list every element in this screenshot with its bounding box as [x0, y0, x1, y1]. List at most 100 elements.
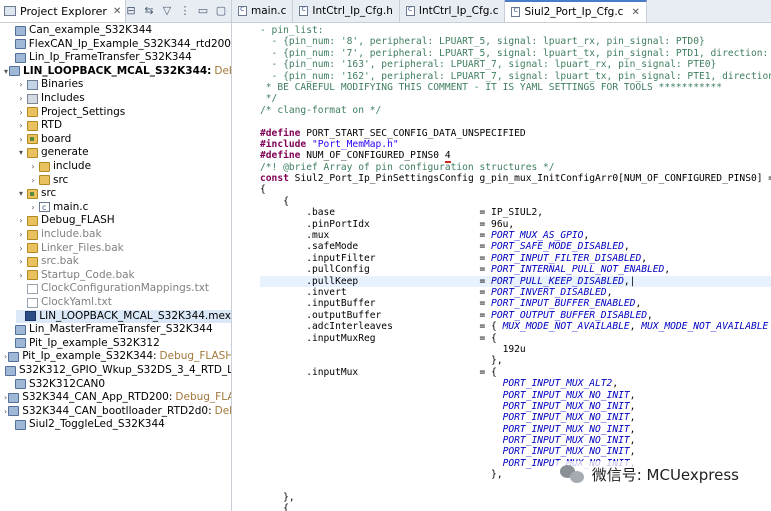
tree-item[interactable]: Pit_Ip_example_S32K312 — [4, 337, 231, 350]
tree-item[interactable]: Lin_MasterFrameTransfer_S32K344 — [4, 323, 231, 336]
expand-arrow-icon[interactable]: ▾ — [4, 65, 8, 78]
code-line[interactable]: }, — [260, 492, 771, 503]
collapse-arrow-icon[interactable]: › — [28, 174, 38, 187]
tree-item[interactable]: › include.bak — [16, 228, 231, 241]
code-editor[interactable]: - pin_list: - {pin_num: '8', peripheral:… — [232, 23, 771, 511]
code-line[interactable]: { — [260, 184, 771, 195]
collapse-arrow-icon[interactable]: › — [16, 269, 26, 282]
expand-arrow-icon[interactable]: ▾ — [16, 146, 26, 159]
tree-item[interactable]: ClockConfigurationMappings.txt — [16, 282, 231, 295]
tree-item[interactable]: Can_example_S32K344 — [4, 24, 231, 37]
tree-item[interactable]: › Includes — [16, 92, 231, 105]
code-line[interactable]: PORT_INPUT_MUX_NO_INIT, — [260, 412, 771, 423]
collapse-arrow-icon[interactable]: › — [16, 106, 26, 119]
tree-item[interactable]: › Linker_Files.bak — [16, 242, 231, 255]
tree-item[interactable]: Siul2_ToggleLed_S32K344 — [4, 418, 231, 431]
tree-item[interactable]: FlexCAN_Ip_Example_S32K344_rtd200 — [4, 38, 231, 51]
tree-item[interactable]: › Startup_Code.bak — [16, 269, 231, 282]
editor-tab[interactable]: IntCtrl_Ip_Cfg.c — [400, 0, 506, 22]
tree-item[interactable]: ClockYaml.txt — [16, 296, 231, 309]
code-line[interactable]: .outputBuffer = PORT_OUTPUT_BUFFER_DISAB… — [260, 310, 771, 321]
code-content[interactable]: - pin_list: - {pin_num: '8', peripheral:… — [260, 25, 771, 511]
collapse-arrow-icon[interactable]: › — [4, 405, 7, 418]
code-line[interactable]: PORT_INPUT_MUX_NO_INIT, — [260, 424, 771, 435]
code-line[interactable]: 192u — [260, 344, 771, 355]
tree-item[interactable]: › board — [16, 133, 231, 146]
collapse-arrow-icon[interactable]: › — [16, 119, 26, 132]
code-line[interactable]: .pinPortIdx = 96u, — [260, 219, 771, 230]
collapse-arrow-icon[interactable]: › — [16, 78, 26, 91]
code-line[interactable]: PORT_INPUT_MUX_NO_INIT, — [260, 435, 771, 446]
filter-icon[interactable]: ▽ — [161, 4, 173, 17]
tree-item[interactable]: ▾ generate — [16, 146, 231, 159]
tree-item[interactable]: › RTD — [16, 119, 231, 132]
tree-item[interactable]: › src — [28, 174, 231, 187]
tree-item[interactable]: › S32K344_CAN_App_RTD200:Debug_FLASH — [4, 391, 231, 404]
code-line[interactable]: PORT_INPUT_MUX_ALT2, — [260, 378, 771, 389]
code-line[interactable]: - {pin_num: '163', peripheral: LPUART_7,… — [260, 59, 771, 70]
tree-item[interactable]: › Pit_Ip_example_S32K344: Debug_FLASH — [4, 350, 231, 363]
collapse-arrow-icon[interactable]: › — [16, 255, 26, 268]
tree-item[interactable]: › main.c — [28, 201, 231, 215]
editor-tab[interactable]: IntCtrl_Ip_Cfg.h — [293, 0, 400, 22]
code-line[interactable]: * BE CAREFUL MODIFYING THIS COMMENT - IT… — [260, 82, 771, 93]
collapse-arrow-icon[interactable]: › — [28, 201, 38, 214]
tree-item[interactable]: › S32K344_CAN_bootlloader_RTD2d0:Debug_FL… — [4, 405, 231, 418]
minimize-icon[interactable]: ▭ — [197, 4, 209, 17]
view-menu-icon[interactable]: ⋮ — [179, 4, 191, 17]
code-line[interactable]: { — [260, 196, 771, 207]
code-line[interactable]: - {pin_num: '7', peripheral: LPUART_5, s… — [260, 48, 771, 59]
collapse-arrow-icon[interactable]: › — [16, 242, 26, 255]
collapse-arrow-icon[interactable]: › — [16, 133, 26, 146]
code-line[interactable]: .inputMuxReg = { — [260, 333, 771, 344]
code-line[interactable]: PORT_INPUT_MUX_NO_INIT, — [260, 446, 771, 457]
editor-tab[interactable]: main.c — [232, 0, 294, 22]
code-line[interactable]: .base = IP_SIUL2, — [260, 207, 771, 218]
tree-item[interactable]: LIN_LOOPBACK_MCAL_S32K344.mex — [16, 309, 231, 323]
tree-item[interactable]: ▾ src — [16, 187, 231, 200]
code-line[interactable]: #include "Port_MemMap.h" — [260, 139, 771, 150]
collapse-arrow-icon[interactable]: › — [28, 160, 38, 173]
code-line[interactable]: - {pin_num: '8', peripheral: LPUART_5, s… — [260, 36, 771, 47]
close-icon[interactable]: ✕ — [631, 7, 639, 18]
code-line[interactable]: */ — [260, 93, 771, 104]
tree-item[interactable]: › Project_Settings — [16, 106, 231, 119]
code-line[interactable]: }, — [260, 355, 771, 366]
tree-item[interactable]: S32K312CAN0 — [4, 378, 231, 391]
code-line[interactable]: .pullConfig = PORT_INTERNAL_PULL_NOT_ENA… — [260, 264, 771, 275]
code-line[interactable]: { — [260, 503, 771, 511]
code-line[interactable]: #define NUM_OF_CONFIGURED_PINS0 4 — [260, 150, 771, 164]
code-line[interactable]: .safeMode = PORT_SAFE_MODE_DISABLED, — [260, 241, 771, 252]
tree-item[interactable]: › include — [28, 160, 231, 173]
code-line[interactable]: - {pin_num: '162', peripheral: LPUART_7,… — [260, 71, 771, 82]
collapse-all-icon[interactable]: ⊟ — [125, 4, 137, 17]
collapse-arrow-icon[interactable]: › — [16, 92, 26, 105]
close-icon[interactable]: ✕ — [113, 6, 121, 17]
collapse-arrow-icon[interactable]: › — [4, 391, 7, 404]
link-with-editor-icon[interactable]: ⇆ — [143, 4, 155, 17]
code-line[interactable]: .pullKeep = PORT_PULL_KEEP_DISABLED,| — [260, 275, 771, 287]
collapse-arrow-icon[interactable]: › — [16, 228, 26, 241]
expand-arrow-icon[interactable]: ▾ — [16, 187, 26, 200]
collapse-arrow-icon[interactable]: › — [4, 350, 7, 363]
tree-item[interactable]: › Binaries — [16, 78, 231, 91]
code-line[interactable]: /* clang-format on */ — [260, 105, 771, 116]
code-line[interactable] — [260, 116, 771, 127]
code-line[interactable]: PORT_INPUT_MUX_NO_INIT, — [260, 390, 771, 401]
collapse-arrow-icon[interactable]: › — [16, 214, 26, 227]
project-explorer-tab[interactable]: Project Explorer ✕ — [0, 0, 127, 22]
code-line[interactable]: .mux = PORT_MUX_AS_GPIO, — [260, 230, 771, 241]
tree-item[interactable]: › src.bak — [16, 255, 231, 268]
code-line[interactable]: .adcInterleaves = { MUX_MODE_NOT_AVAILAB… — [260, 321, 771, 332]
tree-item[interactable]: › Debug_FLASH — [16, 214, 231, 227]
code-line[interactable]: - pin_list: — [260, 25, 771, 36]
code-line[interactable]: /*! @brief Array of pin configuration st… — [260, 162, 771, 173]
editor-tab[interactable]: Siul2_Port_Ip_Cfg.c ✕ — [505, 0, 647, 22]
tree-item[interactable]: S32K312_GPIO_Wkup_S32DS_3_4_RTD_LLD_2_0 — [4, 364, 231, 377]
tree-item[interactable]: ▾ LIN_LOOPBACK_MCAL_S32K344:Debug_FLASH — [4, 65, 231, 78]
code-line[interactable]: .inputFilter = PORT_INPUT_FILTER_DISABLE… — [260, 253, 771, 264]
code-line[interactable]: .invert = PORT_INVERT_DISABLED, — [260, 287, 771, 298]
maximize-icon[interactable]: ▢ — [215, 4, 227, 17]
code-line[interactable]: const Siul2_Port_Ip_PinSettingsConfig g_… — [260, 173, 771, 184]
tree-item[interactable]: Lin_Ip_FrameTransfer_S32K344 — [4, 51, 231, 64]
